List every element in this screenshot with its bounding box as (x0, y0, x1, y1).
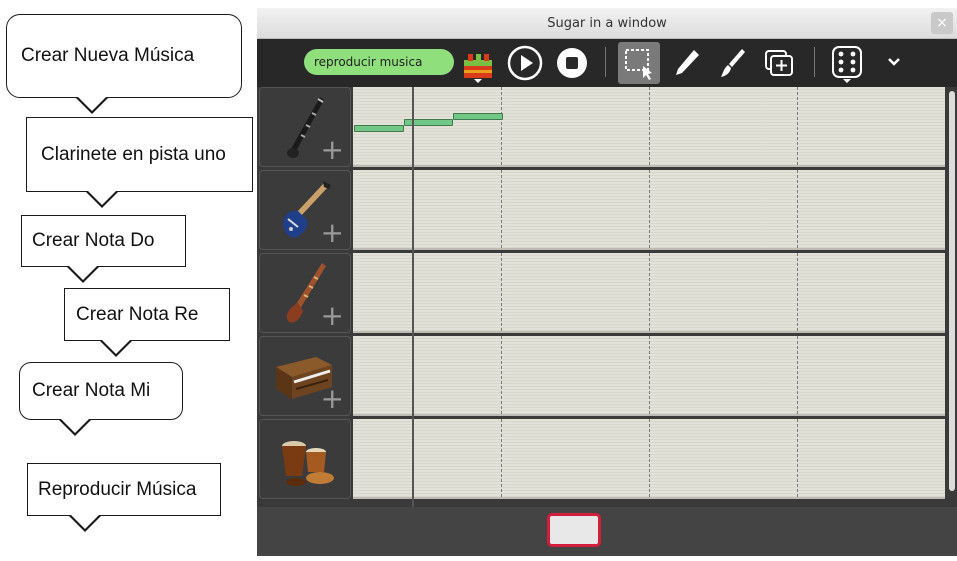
callout-nota-do: Crear Nota Do (21, 215, 186, 283)
note-mi[interactable] (453, 113, 503, 120)
beat-divider (797, 419, 798, 497)
note-do[interactable] (354, 125, 404, 132)
callout-reproducir: Reproducir Música (27, 463, 221, 532)
lego-brick-icon[interactable] (462, 48, 494, 84)
playhead[interactable] (412, 87, 414, 507)
beat-divider (649, 336, 650, 414)
beat-divider (649, 87, 650, 165)
dice-icon[interactable] (830, 45, 864, 85)
callout-text: Crear Nota Re (76, 303, 199, 325)
close-button[interactable]: × (931, 12, 953, 34)
stop-button[interactable] (556, 47, 588, 79)
play-music-field[interactable]: reproducir musica (304, 49, 454, 75)
beat-divider (649, 170, 650, 248)
callout-nota-re: Crear Nota Re (64, 288, 230, 357)
bottom-palette (257, 507, 957, 556)
beat-divider (501, 170, 502, 248)
beat-divider (797, 87, 798, 165)
beat-divider (501, 419, 502, 497)
callout-text: Clarinete en pista uno (41, 143, 226, 165)
beat-divider (501, 336, 502, 414)
music-keyboard-window: Sugar in a window × reproducir musica + … (257, 8, 957, 556)
title-bar: Sugar in a window × (257, 8, 957, 39)
palette-tab-button[interactable] (547, 513, 601, 547)
track-instrument-bass[interactable]: + (259, 170, 351, 250)
toolbar-separator (605, 47, 606, 77)
track-lane-2[interactable] (353, 170, 945, 250)
track-instrument-shehnai[interactable]: + (259, 253, 351, 333)
duplicate-icon[interactable] (762, 47, 796, 79)
track-lane-3[interactable] (353, 253, 945, 333)
track-instrument-clarinet[interactable]: + (259, 87, 351, 167)
add-icon[interactable]: + (321, 136, 344, 164)
track-instrument-harmonium[interactable]: + (259, 336, 351, 416)
beat-divider (797, 336, 798, 414)
toolbar-separator (814, 47, 815, 77)
beat-divider (649, 253, 650, 331)
beat-divider (501, 87, 502, 165)
callout-text: Crear Nota Mi (32, 380, 151, 401)
callout-text: Crear Nota Do (32, 230, 155, 251)
toolbar: reproducir musica (257, 39, 957, 87)
add-icon[interactable]: + (321, 302, 344, 330)
beat-divider (649, 419, 650, 497)
track-lane-1[interactable] (353, 87, 945, 167)
track-area: + + + + (257, 87, 957, 507)
window-title: Sugar in a window (547, 16, 667, 31)
callout-clarinete: Clarinete en pista uno (26, 117, 253, 208)
beat-divider (797, 253, 798, 331)
pencil-icon[interactable] (672, 47, 702, 79)
track-lane-4[interactable] (353, 336, 945, 416)
select-tool-button[interactable] (618, 42, 660, 84)
add-icon[interactable]: + (321, 385, 344, 413)
track-lane-5[interactable] (353, 419, 945, 499)
callout-nota-mi: Crear Nota Mi (19, 362, 183, 436)
vertical-scrollbar[interactable] (949, 91, 955, 491)
brush-icon[interactable] (718, 47, 748, 79)
beat-divider (797, 170, 798, 248)
track-instrument-drums[interactable] (259, 419, 351, 499)
chevron-down-icon[interactable] (886, 55, 902, 69)
callout-crear-nueva-musica: Crear Nueva Música (6, 14, 242, 114)
callout-text: Crear Nueva Música (21, 45, 195, 66)
add-icon[interactable]: + (321, 219, 344, 247)
play-button[interactable] (507, 45, 543, 81)
beat-divider (501, 253, 502, 331)
drums-icon (282, 441, 334, 486)
callout-text: Reproducir Música (38, 478, 197, 500)
